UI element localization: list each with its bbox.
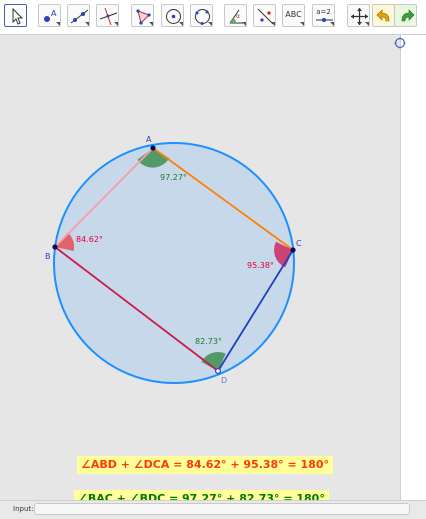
toolbar: A α ABC a=2 — [0, 0, 426, 35]
input-bar: Input: — [0, 500, 426, 519]
view-settings-icon[interactable] — [393, 36, 407, 50]
point-c[interactable] — [290, 247, 296, 253]
svg-text:α: α — [236, 13, 240, 20]
right-panel — [394, 35, 426, 500]
slider-tool-button[interactable]: a=2 — [312, 4, 335, 27]
point-label-c: C — [296, 239, 302, 248]
angle-label-a: 97.27° — [160, 173, 187, 182]
move-graphics-view-button[interactable] — [347, 4, 370, 27]
geometry-drawing[interactable]: A B C D 97.27° 84.62° 95.38° 82.73° — [0, 35, 400, 500]
move-tool-button[interactable] — [4, 4, 27, 27]
reflect-tool-button[interactable] — [253, 4, 276, 27]
circle-through-points-tool-button[interactable] — [190, 4, 213, 27]
undo-button[interactable] — [372, 4, 395, 27]
point-label-b: B — [45, 252, 51, 261]
angle-tool-button[interactable]: α — [224, 4, 247, 27]
perpendicular-line-tool-button[interactable] — [96, 4, 119, 27]
point-label-d: D — [221, 376, 227, 385]
polygon-tool-button[interactable] — [131, 4, 154, 27]
graphics-view[interactable]: A B C D 97.27° 84.62° 95.38° 82.73° ∠ABD… — [0, 35, 400, 508]
input-field[interactable] — [34, 503, 410, 515]
point-label-a: A — [146, 135, 152, 144]
angle-label-d: 82.73° — [195, 337, 222, 346]
redo-button[interactable] — [394, 4, 417, 27]
angle-label-b: 84.62° — [76, 235, 103, 244]
cursor-arrow-icon — [12, 7, 24, 25]
angle-label-c: 95.38° — [247, 261, 274, 270]
point-a[interactable] — [150, 145, 156, 151]
point-d[interactable] — [215, 368, 222, 375]
line-tool-button[interactable] — [67, 4, 90, 27]
point-b[interactable] — [52, 244, 58, 250]
undo-arrow-icon — [376, 9, 390, 22]
svg-text:A: A — [51, 9, 57, 18]
text-tool-button[interactable]: ABC — [282, 4, 305, 27]
point-tool-button[interactable]: A — [38, 4, 61, 27]
circle-tool-button[interactable] — [161, 4, 184, 27]
text-tool-label: ABC — [285, 10, 302, 19]
input-label: Input: — [13, 505, 34, 513]
redo-arrow-icon — [401, 9, 415, 22]
equation-text-1[interactable]: ∠ABD + ∠DCA = 84.62° + 95.38° = 180° — [77, 456, 334, 474]
